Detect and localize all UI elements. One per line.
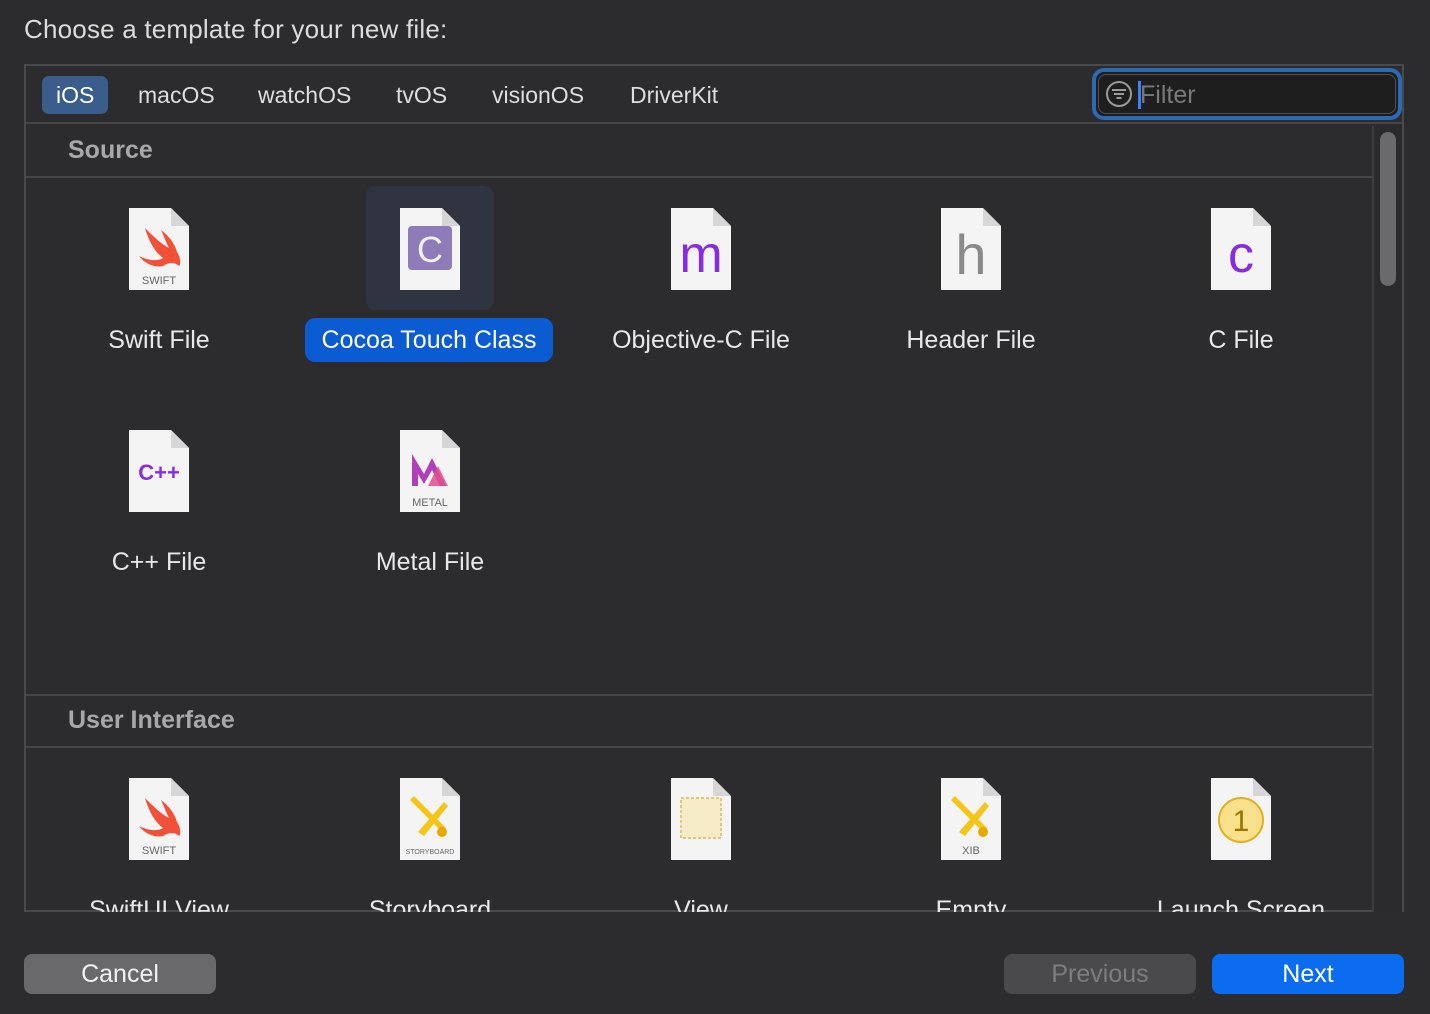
section-header-user-interface: User Interface xyxy=(26,696,1374,748)
header-glyph: h xyxy=(955,223,986,286)
xib-badge: XIB xyxy=(962,845,980,857)
template-storyboard[interactable]: STORYBOARD Storyboard xyxy=(305,756,555,912)
filter-icon xyxy=(1106,81,1132,107)
template-metal-file[interactable]: METAL Metal File xyxy=(305,408,555,608)
template-swift-file[interactable]: SWIFT Swift File xyxy=(34,186,284,396)
c-glyph: c xyxy=(1228,226,1254,284)
template-label: View xyxy=(674,896,728,912)
section-title-user-interface: User Interface xyxy=(68,706,235,734)
template-label: Swift File xyxy=(108,326,210,354)
template-label: Launch Screen xyxy=(1156,896,1326,912)
template-panel: iOS macOS watchOS tvOS visionOS DriverKi… xyxy=(24,64,1404,912)
storyboard-icon: STORYBOARD xyxy=(400,778,460,860)
cpp-glyph: C++ xyxy=(138,460,180,485)
swift-badge: SWIFT xyxy=(142,845,176,857)
metal-badge: METAL xyxy=(412,497,448,509)
storyboard-badge: STORYBOARD xyxy=(406,849,455,856)
template-view[interactable]: View xyxy=(576,756,826,912)
template-grid: Source SWIFT Swift File C Cocoa Touch Cl… xyxy=(26,126,1374,912)
scrollbar-thumb[interactable] xyxy=(1380,132,1396,286)
template-label: C File xyxy=(1208,326,1274,354)
template-cocoa-touch-class[interactable]: C Cocoa Touch Class xyxy=(305,186,555,396)
vertical-scrollbar[interactable] xyxy=(1372,126,1402,912)
template-cpp-file[interactable]: C++ C++ File xyxy=(34,408,284,608)
metal-file-icon: METAL xyxy=(400,430,460,512)
filter-field[interactable] xyxy=(1092,68,1402,120)
template-empty[interactable]: XIB Empty xyxy=(846,756,1096,912)
template-header-file[interactable]: h Header File xyxy=(846,186,1096,396)
section-header-source: Source xyxy=(26,126,1374,178)
tab-tvos[interactable]: tvOS xyxy=(382,76,461,114)
objective-c-file-icon: m xyxy=(671,208,731,290)
launch-glyph: 1 xyxy=(1233,805,1250,838)
filter-input[interactable] xyxy=(1140,76,1390,114)
tab-ios[interactable]: iOS xyxy=(42,76,109,114)
cpp-file-icon: C++ xyxy=(129,430,189,512)
template-label: C++ File xyxy=(111,548,207,576)
template-label: Objective-C File xyxy=(612,326,790,354)
cancel-button[interactable]: Cancel xyxy=(24,954,216,994)
swift-badge: SWIFT xyxy=(142,275,176,287)
template-objective-c-file[interactable]: m Objective-C File xyxy=(576,186,826,396)
cocoa-touch-class-icon: C xyxy=(400,208,460,290)
template-c-file[interactable]: c C File xyxy=(1116,186,1366,396)
previous-button[interactable]: Previous xyxy=(1004,954,1196,994)
view-file-icon xyxy=(671,778,731,860)
template-label: Cocoa Touch Class xyxy=(305,318,553,362)
template-label: Header File xyxy=(906,326,1036,354)
template-swiftui-view[interactable]: SWIFT SwiftUI View xyxy=(34,756,284,912)
template-label: Storyboard xyxy=(368,896,492,912)
next-button[interactable]: Next xyxy=(1212,954,1404,994)
template-label: Metal File xyxy=(375,548,485,576)
tab-visionos[interactable]: visionOS xyxy=(478,76,598,114)
tab-macos[interactable]: macOS xyxy=(124,76,229,114)
section-title-source: Source xyxy=(68,136,153,164)
swift-file-icon: SWIFT xyxy=(129,208,189,290)
xib-file-icon: XIB xyxy=(941,778,1001,860)
platform-tab-bar: iOS macOS watchOS tvOS visionOS DriverKi… xyxy=(26,66,1402,124)
template-label: Empty xyxy=(935,896,1007,912)
launch-screen-icon: 1 xyxy=(1211,778,1271,860)
dialog-title: Choose a template for your new file: xyxy=(24,14,448,44)
tab-watchos[interactable]: watchOS xyxy=(244,76,365,114)
tab-driverkit[interactable]: DriverKit xyxy=(616,76,732,114)
template-launch-screen[interactable]: 1 Launch Screen xyxy=(1116,756,1366,912)
class-glyph: C xyxy=(417,229,443,270)
c-file-icon: c xyxy=(1211,208,1271,290)
template-label: SwiftUI View xyxy=(89,896,229,912)
objc-glyph: m xyxy=(679,226,722,284)
swiftui-view-icon: SWIFT xyxy=(129,778,189,860)
header-file-icon: h xyxy=(941,208,1001,290)
